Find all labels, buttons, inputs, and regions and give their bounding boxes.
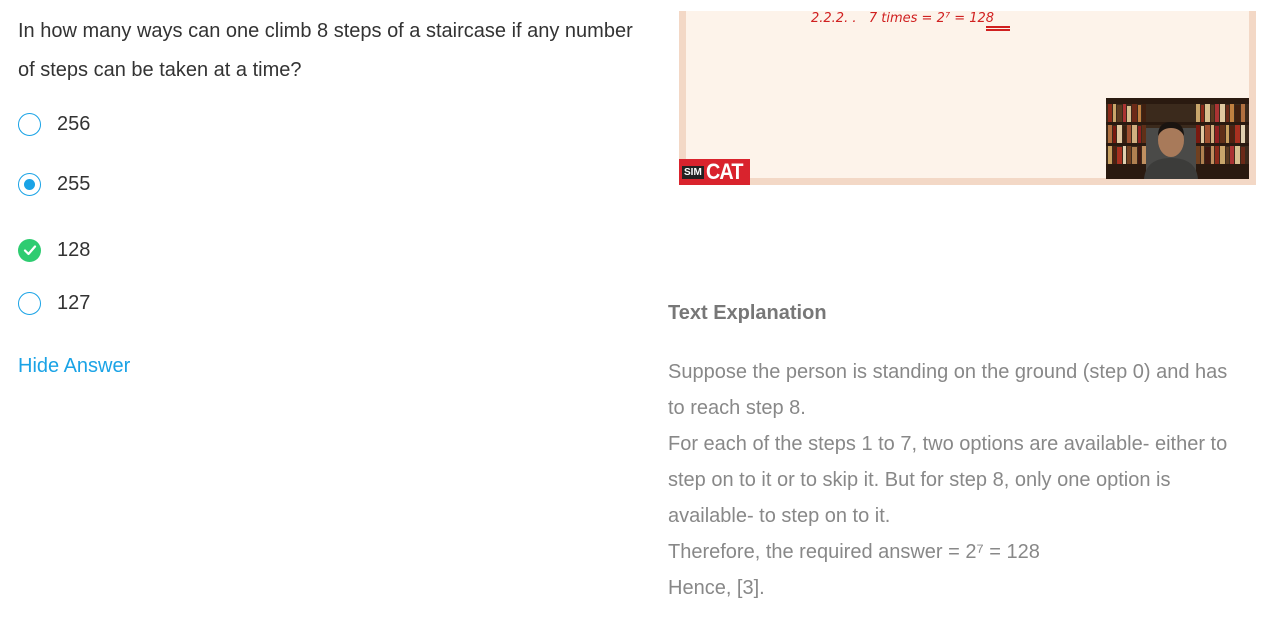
explanation-line: available- to step on to it. [668, 505, 891, 527]
handwritten-annotation: 2.2.2. . 7 times = 2⁷ = 128 [811, 11, 995, 26]
checkmark-icon[interactable] [18, 238, 41, 262]
option-label: 128 [57, 238, 91, 261]
radio-empty-icon[interactable] [18, 112, 41, 136]
radio-empty-icon[interactable] [18, 291, 41, 315]
instructor-webcam [1106, 98, 1249, 179]
option-label: 256 [57, 112, 91, 135]
hide-answer-link[interactable]: Hide Answer [18, 355, 130, 378]
explanation-line: For each of the steps 1 to 7, two option… [668, 433, 1228, 455]
option-256[interactable]: 256 [18, 111, 90, 137]
option-127[interactable]: 127 [18, 290, 90, 316]
radio-selected-icon[interactable] [18, 172, 41, 196]
underline [986, 26, 1010, 28]
option-128[interactable]: 128 [18, 237, 90, 263]
video-player[interactable]: 2.2.2. . 7 times = 2⁷ = 128 SIM CAT [679, 11, 1256, 185]
explanation-line: Hence, [3]. [668, 577, 765, 599]
explanation-line: Suppose the person is standing on the gr… [668, 361, 1228, 383]
option-255[interactable]: 255 [18, 171, 90, 197]
explanation-line: Therefore, the required answer = 2⁷ = 12… [668, 541, 1040, 563]
explanation-line: step on to it or to skip it. But for ste… [668, 469, 1171, 491]
underline [986, 29, 1010, 31]
explanation-body: Suppose the person is standing on the gr… [668, 354, 1268, 606]
explanation-line: to reach step 8. [668, 397, 806, 419]
simcat-logo: SIM CAT [679, 159, 750, 185]
logo-prefix: SIM [682, 165, 704, 179]
logo-main: CAT [705, 159, 743, 184]
question-text: In how many ways can one climb 8 steps o… [18, 20, 633, 81]
explanation-title: Text Explanation [668, 302, 827, 324]
option-label: 255 [57, 172, 91, 195]
option-label: 127 [57, 291, 91, 314]
